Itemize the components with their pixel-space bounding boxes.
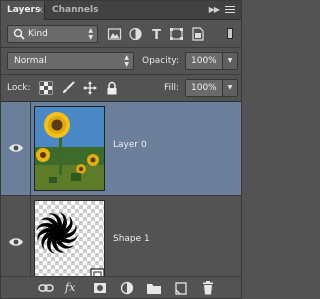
fx-icon[interactable]: fx xyxy=(65,281,81,295)
lock-all-icon[interactable] xyxy=(105,81,119,95)
layers-panel: Layers x Channels ▶▶ Kind ▲ ▼ T Normal ▲… xyxy=(0,0,242,299)
eye-icon[interactable] xyxy=(8,143,24,153)
layer-name[interactable]: Layer 0 xyxy=(113,140,147,150)
divider xyxy=(1,74,241,75)
fill-label: Fill: xyxy=(164,83,180,93)
trash-icon[interactable] xyxy=(200,281,216,295)
new-layer-icon[interactable] xyxy=(173,281,189,295)
opacity-value: 100% xyxy=(191,56,217,66)
layer-thumbnail[interactable] xyxy=(34,200,105,285)
filter-type-label: Kind xyxy=(28,29,48,39)
lock-row: Lock: Fill: 100% ▼ xyxy=(1,77,241,99)
filter-row: Kind ▲ ▼ T xyxy=(1,23,241,45)
dropdown-arrows-icon: ▲ ▼ xyxy=(88,27,93,41)
eye-icon[interactable] xyxy=(8,237,24,247)
tab-channels[interactable]: Channels xyxy=(46,1,104,20)
adjustment-filter-icon[interactable] xyxy=(128,27,143,41)
panel-bottom-bar: fx xyxy=(1,276,241,298)
lock-position-icon[interactable] xyxy=(83,81,97,95)
search-icon xyxy=(13,28,25,40)
shape-filter-icon[interactable] xyxy=(169,27,184,41)
sun-shape-image xyxy=(35,201,104,284)
panel-tab-bar: Layers x Channels ▶▶ xyxy=(1,1,241,20)
divider xyxy=(1,47,241,48)
layer-thumbnail[interactable] xyxy=(34,106,105,191)
add-mask-icon[interactable] xyxy=(92,281,108,295)
panel-menu-icon[interactable] xyxy=(223,4,237,16)
collapse-panel-icon[interactable]: ▶▶ xyxy=(209,5,220,14)
layer-name[interactable]: Shape 1 xyxy=(113,234,150,244)
close-tab-icon[interactable]: x xyxy=(38,1,43,19)
tab-channels-label: Channels xyxy=(52,5,99,15)
smart-object-filter-icon[interactable] xyxy=(190,27,205,41)
new-group-icon[interactable] xyxy=(146,281,162,295)
image-filter-icon[interactable] xyxy=(107,27,122,41)
filter-type-select[interactable]: Kind ▲ ▼ xyxy=(7,25,98,43)
fill-value: 100% xyxy=(191,83,217,93)
blend-mode-select[interactable]: Normal ▲ ▼ xyxy=(7,52,134,70)
layer-row-layer-0[interactable]: Layer 0 xyxy=(1,102,241,196)
opacity-slider-button[interactable]: ▼ xyxy=(222,52,238,70)
fill-slider-button[interactable]: ▼ xyxy=(222,79,238,97)
new-adjustment-icon[interactable] xyxy=(119,281,135,295)
visibility-cell[interactable] xyxy=(1,102,31,195)
sunflower-image xyxy=(35,107,104,190)
opacity-label: Opacity: xyxy=(142,56,179,66)
blend-row: Normal ▲ ▼ Opacity: 100% ▼ xyxy=(1,50,241,72)
blend-mode-value: Normal xyxy=(14,56,47,66)
lock-label: Lock: xyxy=(7,83,31,93)
type-filter-icon[interactable]: T xyxy=(149,27,164,41)
svg-text:T: T xyxy=(152,28,161,41)
link-layers-icon[interactable] xyxy=(38,281,54,295)
lock-image-pixels-icon[interactable] xyxy=(61,81,75,95)
dropdown-arrows-icon: ▲ ▼ xyxy=(124,54,129,68)
tab-layers-label: Layers xyxy=(7,5,41,15)
lock-transparent-pixels-icon[interactable] xyxy=(39,81,53,95)
filter-toggle-switch[interactable] xyxy=(227,28,233,39)
